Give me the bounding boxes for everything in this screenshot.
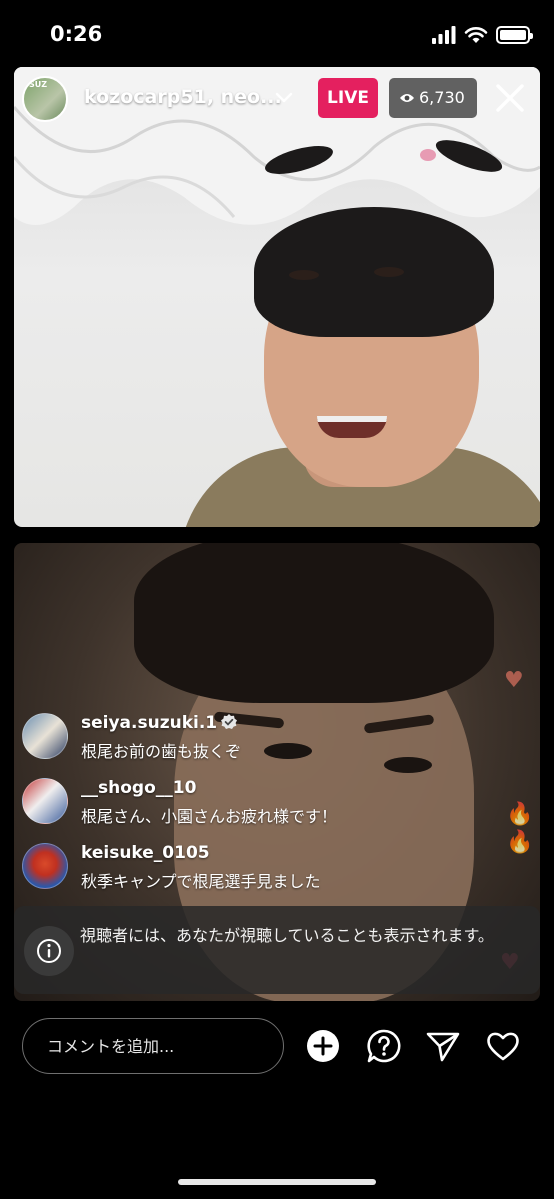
- host-mouth: [317, 416, 387, 438]
- wifi-icon: [464, 27, 488, 43]
- viewer-count: 6,730: [419, 88, 465, 107]
- viewer-notice: 視聴者には、あなたが視聴していることも表示されます。: [14, 906, 540, 994]
- status-icons: [432, 24, 533, 46]
- send-icon[interactable]: [425, 1028, 461, 1064]
- heart-icon[interactable]: [485, 1028, 521, 1064]
- commenter-avatar[interactable]: [22, 778, 68, 824]
- comment-username[interactable]: __shogo__10: [81, 778, 196, 798]
- host-avatar-text: SUZ: [29, 80, 48, 89]
- host-video-pane[interactable]: [14, 67, 540, 527]
- comment-input[interactable]: [22, 1018, 284, 1074]
- guest-hair: [134, 543, 494, 703]
- host-eye-left: [289, 270, 319, 280]
- hair-tie: [420, 149, 436, 161]
- comment-item[interactable]: __shogo__10 根尾さん、小園さんお疲れ様です！: [22, 778, 442, 828]
- question-icon[interactable]: [366, 1028, 402, 1064]
- floating-fire-icon-2: 🔥: [506, 830, 534, 855]
- info-icon: [24, 926, 74, 976]
- comment-item[interactable]: seiya.suzuki.1 根尾お前の歯も抜くぞ: [22, 713, 442, 763]
- floating-heart-icon: ♥: [504, 668, 524, 693]
- comment-text: 根尾さん、小園さんお疲れ様です！: [81, 807, 338, 826]
- notice-text: 視聴者には、あなたが視聴していることも表示されます。: [80, 926, 494, 945]
- close-icon[interactable]: [492, 80, 528, 116]
- comment-text: 根尾お前の歯も抜くぞ: [81, 742, 242, 761]
- status-bar: 0:26: [0, 0, 554, 66]
- floating-fire-icon: 🔥: [506, 802, 534, 827]
- add-circle-icon[interactable]: [305, 1028, 341, 1064]
- comment-username-text: seiya.suzuki.1: [81, 713, 218, 733]
- host-name[interactable]: kozocarp51, neo...: [84, 86, 282, 108]
- chevron-down-icon[interactable]: [274, 88, 294, 108]
- comment-username[interactable]: seiya.suzuki.1: [81, 713, 238, 733]
- commenter-avatar[interactable]: [22, 843, 68, 889]
- live-header: SUZ kozocarp51, neo... LIVE 6,730: [22, 76, 534, 122]
- signal-icon: [432, 26, 456, 44]
- host-eye-right: [374, 267, 404, 277]
- host-necklace: [320, 497, 400, 527]
- commenter-avatar[interactable]: [22, 713, 68, 759]
- viewer-count-badge[interactable]: 6,730: [389, 78, 477, 118]
- status-time: 0:26: [50, 22, 103, 46]
- host-avatar[interactable]: SUZ: [22, 76, 68, 122]
- verified-badge-icon: [221, 714, 238, 729]
- live-badge: LIVE: [318, 78, 378, 118]
- battery-icon: [496, 26, 533, 44]
- comment-text: 秋季キャンプで根尾選手見ました: [81, 872, 321, 891]
- eye-icon: [400, 94, 414, 102]
- home-indicator[interactable]: [178, 1179, 376, 1185]
- comment-item[interactable]: keisuke_0105 秋季キャンプで根尾選手見ました: [22, 843, 442, 893]
- comment-username[interactable]: keisuke_0105: [81, 843, 210, 863]
